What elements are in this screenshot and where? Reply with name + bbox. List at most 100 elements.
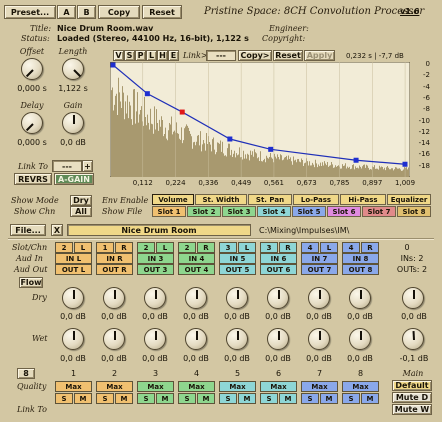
flow-button[interactable]: Flow	[19, 277, 43, 288]
envelope-point[interactable]	[268, 146, 274, 152]
channel-8-aud-in[interactable]: IN 8	[342, 253, 379, 264]
offset-knob[interactable]	[21, 58, 43, 80]
channel-4-quality[interactable]: Max	[178, 381, 215, 392]
channel-8-slot-num[interactable]: 4	[342, 242, 360, 253]
channel-4-side[interactable]: R	[197, 242, 215, 253]
channel-4-aud-in[interactable]: IN 4	[178, 253, 215, 264]
env-tab-hi-pass[interactable]: Hi-Pass	[340, 194, 386, 205]
channel-8-side[interactable]: R	[361, 242, 379, 253]
env-tab-lo-pass[interactable]: Lo-Pass	[293, 194, 339, 205]
slot-tab-1[interactable]: Slot 1	[152, 206, 186, 217]
channel-4-aud-out[interactable]: OUT 4	[178, 264, 215, 275]
channel-6-side[interactable]: R	[279, 242, 297, 253]
mode-s-button[interactable]: S	[124, 50, 135, 61]
gain-knob[interactable]	[62, 112, 84, 134]
graph-link-select[interactable]: ---	[206, 50, 236, 61]
channel-1-quality[interactable]: Max	[55, 381, 92, 392]
channel-8-mute[interactable]: M	[361, 393, 379, 404]
envelope-point[interactable]	[110, 62, 116, 68]
env-tab-volume[interactable]: Volume	[152, 194, 194, 205]
all-toggle[interactable]: All	[70, 206, 92, 217]
env-tab-st-pan[interactable]: St. Pan	[248, 194, 292, 205]
a-button[interactable]: A	[57, 5, 76, 19]
channel-5-dry-knob[interactable]	[226, 287, 248, 309]
channel-5-aud-in[interactable]: IN 5	[219, 253, 256, 264]
mode-h-button[interactable]: H	[157, 50, 168, 61]
channel-2-quality[interactable]: Max	[96, 381, 133, 392]
again-button[interactable]: A-GAIN	[54, 173, 94, 185]
channel-8-aud-out[interactable]: OUT 8	[342, 264, 379, 275]
channel-6-aud-out[interactable]: OUT 6	[260, 264, 297, 275]
link-to-plus-button[interactable]: +	[82, 160, 93, 172]
slot-tab-6[interactable]: Slot 6	[327, 206, 361, 217]
slot-tab-8[interactable]: Slot 8	[397, 206, 431, 217]
channel-3-aud-in[interactable]: IN 3	[137, 253, 174, 264]
channel-1-aud-out[interactable]: OUT L	[55, 264, 92, 275]
channel-6-slot-num[interactable]: 3	[260, 242, 278, 253]
channel-2-aud-out[interactable]: OUT R	[96, 264, 133, 275]
delay-knob[interactable]	[21, 112, 43, 134]
channel-5-slot-num[interactable]: 3	[219, 242, 237, 253]
channel-4-dry-knob[interactable]	[185, 287, 207, 309]
channel-2-side[interactable]: R	[115, 242, 133, 253]
channel-1-aud-in[interactable]: IN L	[55, 253, 92, 264]
channel-2-mute[interactable]: M	[115, 393, 133, 404]
channel-1-wet-knob[interactable]	[62, 328, 84, 350]
envelope-point-selected[interactable]	[179, 109, 185, 115]
channel-3-aud-out[interactable]: OUT 3	[137, 264, 174, 275]
channel-1-mute[interactable]: M	[74, 393, 92, 404]
channel-3-mute[interactable]: M	[156, 393, 174, 404]
channel-3-side[interactable]: L	[156, 242, 174, 253]
envelope-point[interactable]	[402, 161, 408, 167]
default-button[interactable]: Default	[392, 380, 432, 391]
channel-2-wet-knob[interactable]	[103, 328, 125, 350]
channel-5-quality[interactable]: Max	[219, 381, 256, 392]
channel-7-dry-knob[interactable]	[308, 287, 330, 309]
channel-7-mute[interactable]: M	[320, 393, 338, 404]
graph-reset-button[interactable]: Reset	[273, 50, 303, 61]
channel-1-slot-num[interactable]: 2	[55, 242, 73, 253]
channel-6-solo[interactable]: S	[260, 393, 278, 404]
b-button[interactable]: B	[77, 5, 96, 19]
channel-6-aud-in[interactable]: IN 6	[260, 253, 297, 264]
channel-7-aud-in[interactable]: IN 7	[301, 253, 338, 264]
envelope-point[interactable]	[353, 157, 359, 163]
slot-tab-2[interactable]: Slot 2	[187, 206, 221, 217]
slot-tab-3[interactable]: Slot 3	[222, 206, 256, 217]
channel-3-quality[interactable]: Max	[137, 381, 174, 392]
channel-3-slot-num[interactable]: 2	[137, 242, 155, 253]
main-wet-knob[interactable]	[402, 328, 424, 350]
mode-l-button[interactable]: L	[146, 50, 157, 61]
channel-8-wet-knob[interactable]	[349, 328, 371, 350]
preset-button[interactable]: Preset...	[4, 5, 56, 19]
channel-2-slot-num[interactable]: 1	[96, 242, 114, 253]
mute-wet-button[interactable]: Mute W	[392, 404, 432, 415]
channel-1-side[interactable]: L	[74, 242, 92, 253]
channel-2-aud-in[interactable]: IN R	[96, 253, 133, 264]
channel-3-wet-knob[interactable]	[144, 328, 166, 350]
envelope-graph[interactable]	[110, 62, 410, 177]
channel-7-side[interactable]: L	[320, 242, 338, 253]
reset-button[interactable]: Reset	[142, 5, 182, 19]
channel-6-dry-knob[interactable]	[267, 287, 289, 309]
envelope-point[interactable]	[227, 136, 233, 142]
channel-2-solo[interactable]: S	[96, 393, 114, 404]
channel-5-side[interactable]: L	[238, 242, 256, 253]
channel-3-dry-knob[interactable]	[144, 287, 166, 309]
channel-7-solo[interactable]: S	[301, 393, 319, 404]
channel-8-solo[interactable]: S	[342, 393, 360, 404]
graph-copy-button[interactable]: Copy>	[238, 50, 272, 61]
dry-toggle[interactable]: Dry	[70, 195, 92, 206]
channel-1-dry-knob[interactable]	[62, 287, 84, 309]
channel-1-solo[interactable]: S	[55, 393, 73, 404]
channel-4-slot-num[interactable]: 2	[178, 242, 196, 253]
channel-8-quality[interactable]: Max	[342, 381, 379, 392]
length-knob[interactable]	[62, 58, 84, 80]
copy-button[interactable]: Copy	[98, 5, 140, 19]
mode-v-button[interactable]: V	[113, 50, 124, 61]
env-tab-st-width[interactable]: St. Width	[195, 194, 247, 205]
channel-7-aud-out[interactable]: OUT 7	[301, 264, 338, 275]
channel-5-wet-knob[interactable]	[226, 328, 248, 350]
channel-8-dry-knob[interactable]	[349, 287, 371, 309]
channel-4-solo[interactable]: S	[178, 393, 196, 404]
